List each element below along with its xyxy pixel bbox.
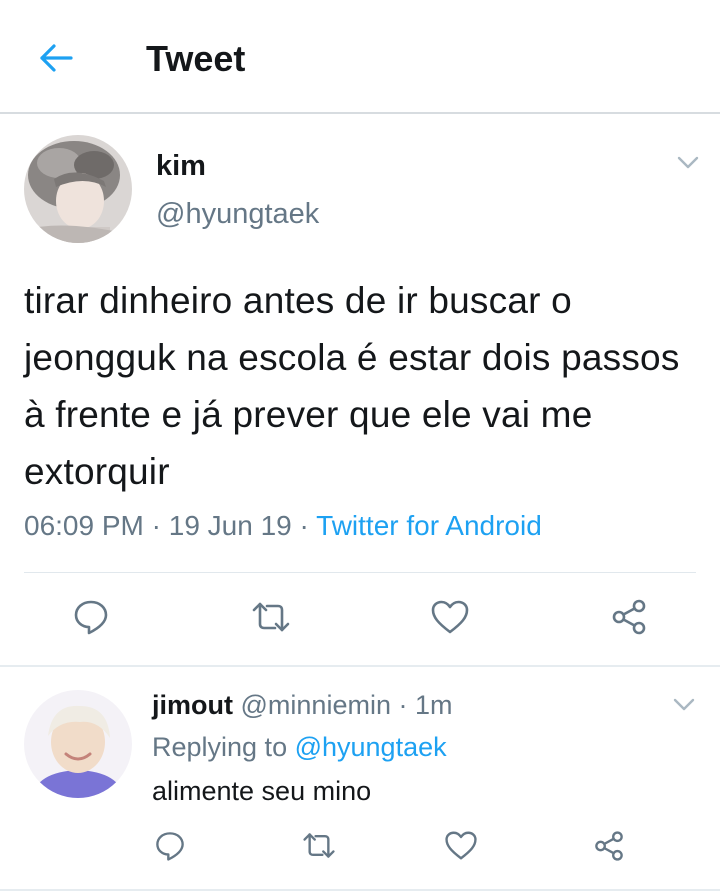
reply-age: 1m (414, 690, 453, 720)
like-icon (430, 599, 470, 640)
back-button[interactable] (36, 40, 76, 80)
share-icon (593, 830, 625, 867)
page-title: Tweet (146, 38, 246, 79)
share-icon (610, 598, 648, 641)
replying-prefix: Replying to (152, 732, 295, 762)
reply-text: alimente seu mino (152, 776, 372, 806)
author-name[interactable]: kim (156, 150, 206, 183)
author-handle[interactable]: @hyungtaek (156, 198, 319, 231)
top-bar: Tweet (0, 0, 720, 114)
arrow-left-icon (38, 43, 74, 78)
retweet-icon (302, 831, 336, 865)
share-button[interactable] (607, 597, 651, 641)
reply-menu-button[interactable] (669, 692, 699, 722)
reply-reply-button[interactable] (148, 826, 192, 870)
meta-separator: · (143, 510, 169, 541)
tweet-meta: 06:09 PM · 19 Jun 19 · Twitter for Andro… (24, 510, 542, 542)
reply-icon (72, 598, 110, 641)
reply-header: jimout @minniemin · 1m (152, 690, 452, 721)
chevron-down-icon (677, 156, 699, 175)
retweet-button[interactable] (249, 597, 293, 641)
tweet-time: 06:09 PM (24, 510, 144, 541)
retweet-icon (251, 600, 291, 639)
bottom-divider (0, 889, 720, 891)
meta-separator: · (291, 510, 317, 541)
author-avatar[interactable] (24, 135, 132, 243)
like-icon (444, 830, 478, 866)
replying-to-mention[interactable]: @hyungtaek (295, 732, 447, 762)
chevron-down-icon (673, 698, 695, 717)
tweet-menu-button[interactable] (673, 150, 703, 180)
like-button[interactable] (428, 597, 472, 641)
reply-author-name[interactable]: jimout (152, 690, 233, 720)
replying-to: Replying to @hyungtaek (152, 732, 447, 763)
tweet-date: 19 Jun 19 (168, 510, 292, 541)
tweet-source-link[interactable]: Twitter for Android (316, 510, 542, 541)
reply-like-button[interactable] (439, 826, 483, 870)
reply-retweet-button[interactable] (297, 826, 341, 870)
reply-author-handle[interactable]: @minniemin (241, 690, 391, 720)
reply-share-button[interactable] (587, 826, 631, 870)
divider (24, 572, 696, 573)
reply-author-avatar[interactable] (24, 690, 132, 798)
reply-dot: · (390, 690, 415, 720)
reply-button[interactable] (69, 597, 113, 641)
section-divider (0, 665, 720, 667)
reply-icon (154, 830, 186, 867)
tweet-text: tirar dinheiro antes de ir buscar o jeon… (24, 280, 680, 492)
